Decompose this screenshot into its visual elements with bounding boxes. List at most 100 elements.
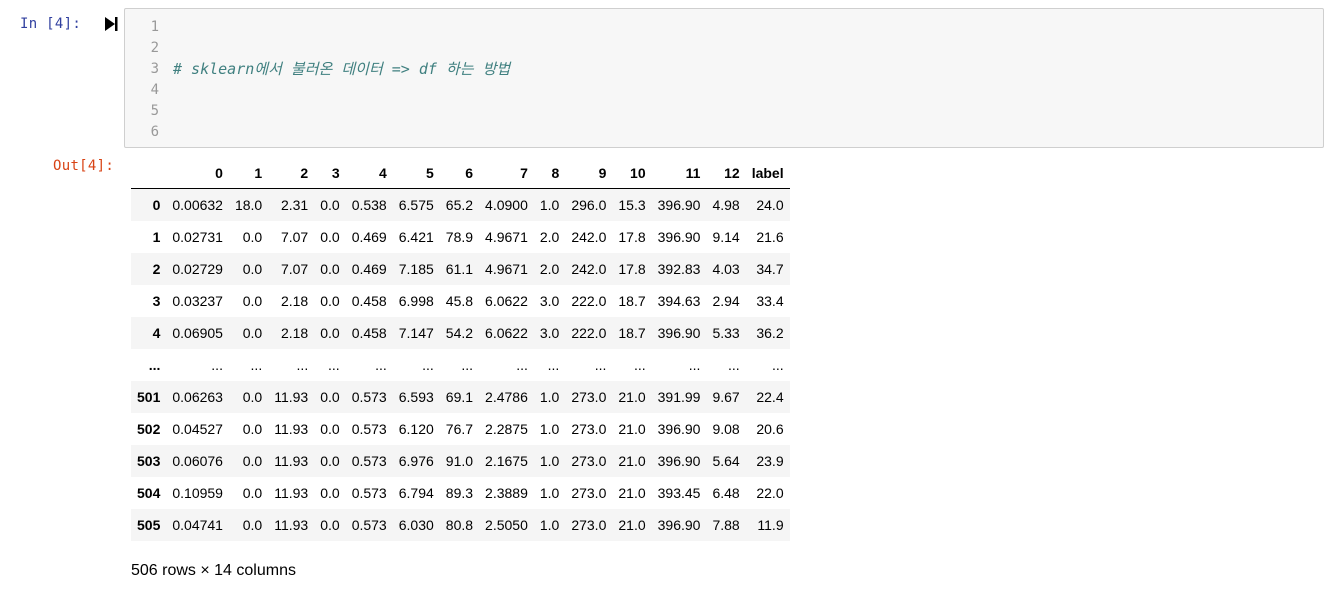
column-header: 7 (479, 157, 534, 189)
code-cell-editor[interactable]: 123456 # sklearn에서 불러온 데이터 => df 하는 방법 d… (124, 8, 1324, 393)
table-cell: 69.1 (445, 389, 474, 405)
table-cell: 0.0 (242, 261, 263, 277)
table-cell: 2.0 (539, 261, 560, 277)
table-cell: 222.0 (571, 325, 607, 341)
column-header: 3 (314, 157, 346, 189)
table-cell: 6.48 (712, 485, 740, 501)
table-cell: ... (771, 357, 784, 373)
table-cell: 21.0 (618, 485, 646, 501)
table-cell: ... (461, 357, 474, 373)
table-cell: 17.8 (618, 261, 646, 277)
run-cell-icon[interactable] (104, 16, 118, 32)
table-row: 503 0.06076 0.0 11.93 0.0 0.573 6.976 91.0 2.167… (131, 445, 790, 477)
line-number: 4 (150, 82, 159, 98)
table-cell: 21.0 (618, 421, 646, 437)
table-row: 3 0.03237 0.0 2.18 0.0 0.458 6.998 45.8 6.0622 3.… (131, 285, 790, 317)
table-cell: 2.94 (712, 293, 740, 309)
column-header: 1 (228, 157, 269, 189)
table-cell: 6.421 (398, 229, 434, 245)
table-cell: 5.64 (712, 453, 740, 469)
table-cell: 242.0 (571, 261, 607, 277)
table-cell: 0.10959 (172, 485, 223, 501)
column-header (131, 157, 167, 189)
row-index: 0 (152, 197, 161, 213)
table-cell: 6.998 (398, 293, 434, 309)
table-cell: 242.0 (571, 229, 607, 245)
row-index: 504 (137, 485, 161, 501)
table-cell: 6.976 (398, 453, 434, 469)
table-cell: 0.06263 (172, 389, 223, 405)
table-cell: 6.593 (398, 389, 434, 405)
table-cell: 15.3 (618, 197, 646, 213)
table-cell: 6.030 (398, 517, 434, 533)
column-header: 8 (533, 157, 566, 189)
table-row: 504 0.10959 0.0 11.93 0.0 0.573 6.794 89.3 2.388… (131, 477, 790, 509)
table-cell: 76.7 (445, 421, 474, 437)
table-cell: 2.18 (280, 293, 309, 309)
table-cell: 0.0 (320, 421, 340, 437)
table-cell: 4.98 (712, 197, 740, 213)
table-cell: 0.573 (351, 421, 387, 437)
table-cell: 392.83 (657, 261, 701, 277)
table-cell: 11.93 (274, 389, 309, 405)
row-index: 503 (137, 453, 161, 469)
input-prompt: In [4]: (20, 16, 82, 32)
table-cell: 0.458 (351, 325, 387, 341)
table-cell: 33.4 (756, 293, 784, 309)
table-cell: ... (633, 357, 646, 373)
table-cell: 24.0 (756, 197, 784, 213)
table-cell: 0.538 (351, 197, 387, 213)
column-header: 4 (345, 157, 393, 189)
table-cell: 0.06076 (172, 453, 223, 469)
table-cell: 21.6 (756, 229, 784, 245)
column-header: label (745, 157, 790, 189)
table-cell: 0.0 (320, 325, 340, 341)
table-cell: 7.07 (280, 261, 309, 277)
dataframe-table: 0 1 2 3 4 5 6 7 8 9 10 11 12 label 0 0.00632 18.0 2.31 0.… (131, 157, 790, 541)
table-cell: 0.0 (242, 485, 263, 501)
table-row: 4 0.06905 0.0 2.18 0.0 0.458 7.147 54.2 6.0622 3.… (131, 317, 790, 349)
row-index: 3 (152, 293, 161, 309)
table-cell: 21.0 (618, 453, 646, 469)
table-cell: 0.0 (242, 421, 263, 437)
dataframe-shape-info: 506 rows × 14 columns (131, 562, 296, 579)
table-cell: 222.0 (571, 293, 607, 309)
table-cell: 17.8 (618, 229, 646, 245)
table-cell: 2.4786 (485, 389, 528, 405)
table-cell: 1.0 (539, 453, 560, 469)
cell-output: 0 1 2 3 4 5 6 7 8 9 10 11 12 label 0 0.00632 18.0 2.31 0.… (131, 157, 790, 541)
table-cell: 6.0622 (485, 293, 528, 309)
table-cell: ... (250, 357, 263, 373)
table-cell: ... (688, 357, 701, 373)
table-cell: 0.0 (242, 453, 263, 469)
table-cell: 2.31 (280, 197, 309, 213)
table-cell: ... (422, 357, 434, 373)
table-cell: 0.02729 (172, 261, 223, 277)
table-cell: 6.575 (398, 197, 434, 213)
table-cell: 0.573 (351, 517, 387, 533)
table-cell: 0.458 (351, 293, 387, 309)
table-cell: ... (296, 357, 309, 373)
table-cell: 7.185 (398, 261, 434, 277)
line-number-gutter: 1 2 3 4 5 6 (125, 17, 159, 143)
table-cell: 2.0 (539, 229, 560, 245)
table-cell: 273.0 (571, 517, 607, 533)
table-row: 0 0.00632 18.0 2.31 0.0 0.538 6.575 65.2 4.0900 1… (131, 188, 790, 221)
table-cell: 0.06905 (172, 325, 223, 341)
table-cell: 11.93 (274, 517, 309, 533)
output-prompt: Out[4]: (53, 158, 115, 174)
table-cell: 0.0 (320, 485, 340, 501)
column-header: 0 (166, 157, 229, 189)
table-cell: 0.573 (351, 485, 387, 501)
table-cell: 22.0 (756, 485, 784, 501)
table-cell: 6.794 (398, 485, 434, 501)
table-row: 1 0.02731 0.0 7.07 0.0 0.469 6.421 78.9 4.9671 2.… (131, 221, 790, 253)
table-cell: 11.93 (274, 421, 309, 437)
table-cell: 3.0 (539, 325, 560, 341)
table-cell: 11.9 (757, 517, 784, 533)
table-cell: 0.0 (320, 389, 340, 405)
table-cell: 20.6 (756, 421, 784, 437)
table-cell: ... (211, 357, 223, 373)
table-cell: 78.9 (445, 229, 474, 245)
